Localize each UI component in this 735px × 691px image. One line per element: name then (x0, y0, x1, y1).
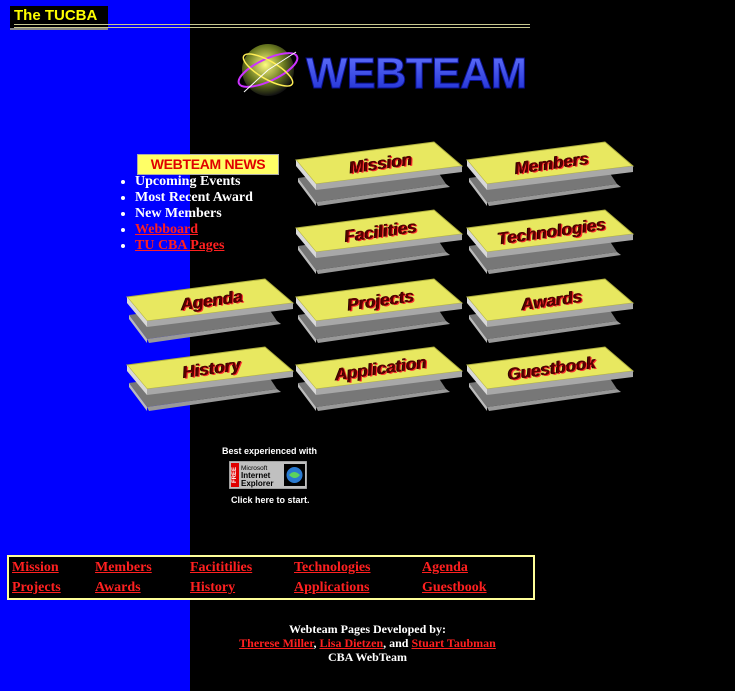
tu-cba-pages-link[interactable]: TU CBA Pages (135, 238, 224, 253)
tile-application[interactable]: Application (294, 345, 466, 411)
credits-separator: , and (383, 636, 412, 650)
news-title: WEBTEAM NEWS (137, 154, 279, 175)
nav-link-agenda[interactable]: Agenda (422, 560, 468, 576)
tile-awards[interactable]: Awards (465, 277, 637, 343)
author-link[interactable]: Lisa Dietzen (319, 636, 383, 650)
logo-text: WEBTEAM (306, 49, 526, 98)
tile-projects[interactable]: Projects (294, 277, 466, 343)
top-divider (14, 24, 530, 25)
credits: Webteam Pages Developed by: Therese Mill… (190, 622, 545, 664)
top-divider (14, 27, 530, 28)
news-item-tucba: TU CBA Pages (135, 238, 253, 254)
badge-line3: Explorer (241, 479, 273, 488)
tile-agenda[interactable]: Agenda (125, 277, 297, 343)
tile-guestbook[interactable]: Guestbook (465, 345, 637, 411)
start-link[interactable]: Click here to start. (231, 495, 310, 505)
nav-link-mission[interactable]: Mission (12, 560, 59, 576)
news-list: Upcoming Events Most Recent Award New Me… (116, 174, 253, 254)
nav-link-history[interactable]: History (190, 580, 235, 596)
nav-link-projects[interactable]: Projects (12, 580, 61, 596)
news-item: Most Recent Award (135, 190, 253, 206)
tile-facilities[interactable]: Facilities (294, 208, 466, 274)
internet-explorer-badge[interactable]: FREE Microsoft Internet Explorer (228, 460, 308, 490)
nav-link-applications[interactable]: Applications (294, 580, 369, 596)
tile-history[interactable]: History (125, 345, 297, 411)
webboard-link[interactable]: Webboard (135, 222, 198, 237)
nav-link-awards[interactable]: Awards (95, 580, 141, 596)
nav-link-technologies[interactable]: Technologies (294, 560, 371, 576)
globe-icon: WEBTEAM (237, 44, 528, 99)
credits-authors: Therese Miller, Lisa Dietzen, and Stuart… (190, 636, 545, 650)
news-item: Upcoming Events (135, 174, 253, 190)
tile-technologies[interactable]: Technologies (465, 208, 637, 274)
best-experienced-text: Best experienced with (222, 446, 318, 456)
nav-link-members[interactable]: Members (95, 560, 152, 576)
webteam-logo[interactable]: WEBTEAM (234, 40, 534, 107)
credits-heading: Webteam Pages Developed by: (289, 622, 446, 636)
badge-free-text: FREE (232, 467, 238, 483)
author-link[interactable]: Therese Miller (239, 636, 313, 650)
text-nav-table: Mission Members Facititilies Technologie… (7, 555, 535, 600)
tile-mission[interactable]: Mission (294, 140, 466, 206)
credits-team: CBA WebTeam (327, 650, 408, 664)
tile-members[interactable]: Members (465, 140, 637, 206)
nav-link-guestbook[interactable]: Guestbook (422, 580, 487, 596)
news-item: New Members (135, 206, 253, 222)
news-item-webboard: Webboard (135, 222, 253, 238)
author-link[interactable]: Stuart Taubman (411, 636, 495, 650)
nav-link-facilities[interactable]: Facititilies (190, 560, 252, 576)
